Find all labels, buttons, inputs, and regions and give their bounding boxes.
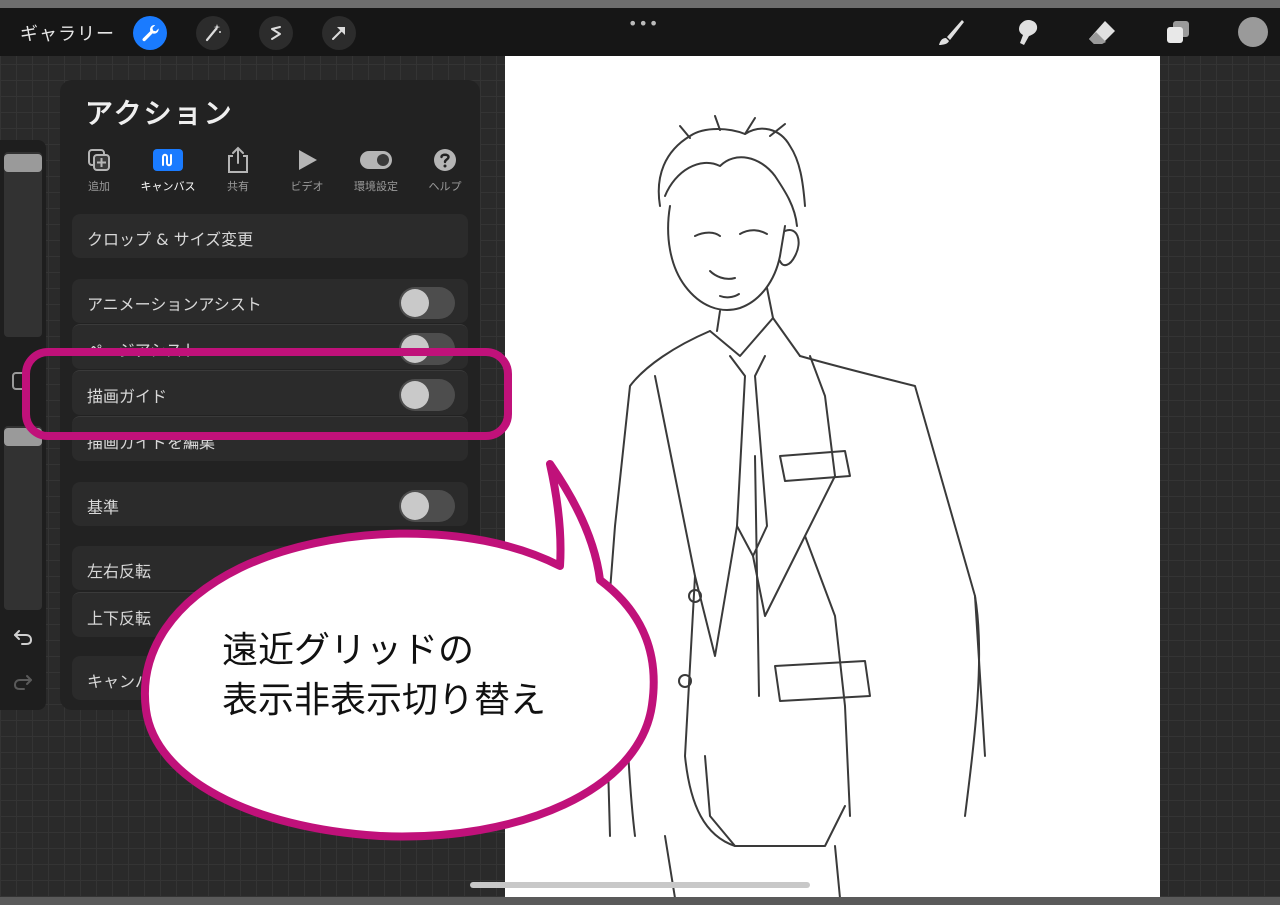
eraser-tool[interactable] (1084, 16, 1120, 50)
tab-canvas[interactable]: キャンバス (135, 146, 201, 194)
more-options-button[interactable]: ••• (628, 14, 659, 33)
gallery-button[interactable]: ギャラリー (20, 20, 115, 46)
help-icon (434, 149, 456, 171)
transform-arrow-icon (332, 27, 345, 40)
panel-title: アクション (85, 97, 234, 130)
redo-icon[interactable] (12, 671, 34, 693)
callout-line-2: 表示非表示切り替え (222, 680, 547, 721)
brush-icon (939, 20, 964, 45)
undo-icon[interactable] (12, 626, 34, 648)
tab-video[interactable]: ビデオ (274, 146, 340, 194)
reference-toggle[interactable] (399, 490, 455, 522)
bottom-strip (0, 897, 1280, 905)
brush-size-slider[interactable] (4, 152, 42, 337)
actions-button[interactable] (133, 16, 167, 50)
animation-assist-row: アニメーションアシスト (72, 279, 468, 323)
opacity-slider[interactable] (4, 426, 42, 610)
smudge-icon (1019, 20, 1038, 45)
callout-text: 遠近グリッドの 表示非表示切り替え (222, 626, 546, 726)
sketch-illustration (604, 115, 986, 898)
tab-help[interactable]: ヘルプ (412, 146, 478, 194)
transform-button[interactable] (322, 16, 356, 50)
reference-row: 基準 (72, 482, 468, 526)
drawing-guide-highlight (22, 348, 512, 440)
home-indicator[interactable] (470, 882, 810, 888)
brush-size-thumb[interactable] (4, 154, 42, 172)
add-icon (88, 149, 110, 171)
drawing-canvas[interactable] (505, 56, 1160, 898)
animation-assist-toggle[interactable] (399, 287, 455, 319)
selection-s-icon (271, 26, 281, 40)
selection-button[interactable] (259, 16, 293, 50)
tab-share[interactable]: 共有 (205, 146, 271, 194)
play-icon (299, 150, 317, 170)
wrench-icon (142, 25, 159, 42)
magic-wand-icon (205, 24, 221, 42)
tab-preferences[interactable]: 環境設定 (343, 146, 409, 194)
callout-line-1: 遠近グリッドの (222, 630, 475, 671)
crop-resize-row[interactable]: クロップ & サイズ変更 (72, 214, 468, 258)
eraser-icon (1089, 21, 1115, 44)
layers-button[interactable] (1160, 16, 1196, 50)
layers-icon (1167, 21, 1189, 43)
color-picker-icon[interactable] (1238, 17, 1268, 47)
brush-tool[interactable] (932, 16, 968, 50)
canvas-icon (153, 149, 183, 171)
smudge-tool[interactable] (1008, 16, 1044, 50)
flip-horizontal-row[interactable]: 左右反転 (72, 546, 468, 590)
tab-add[interactable]: 追加 (66, 146, 132, 194)
status-strip (0, 0, 1280, 8)
share-icon (228, 146, 248, 173)
adjustments-button[interactable] (196, 16, 230, 50)
toggle-icon (360, 151, 392, 169)
